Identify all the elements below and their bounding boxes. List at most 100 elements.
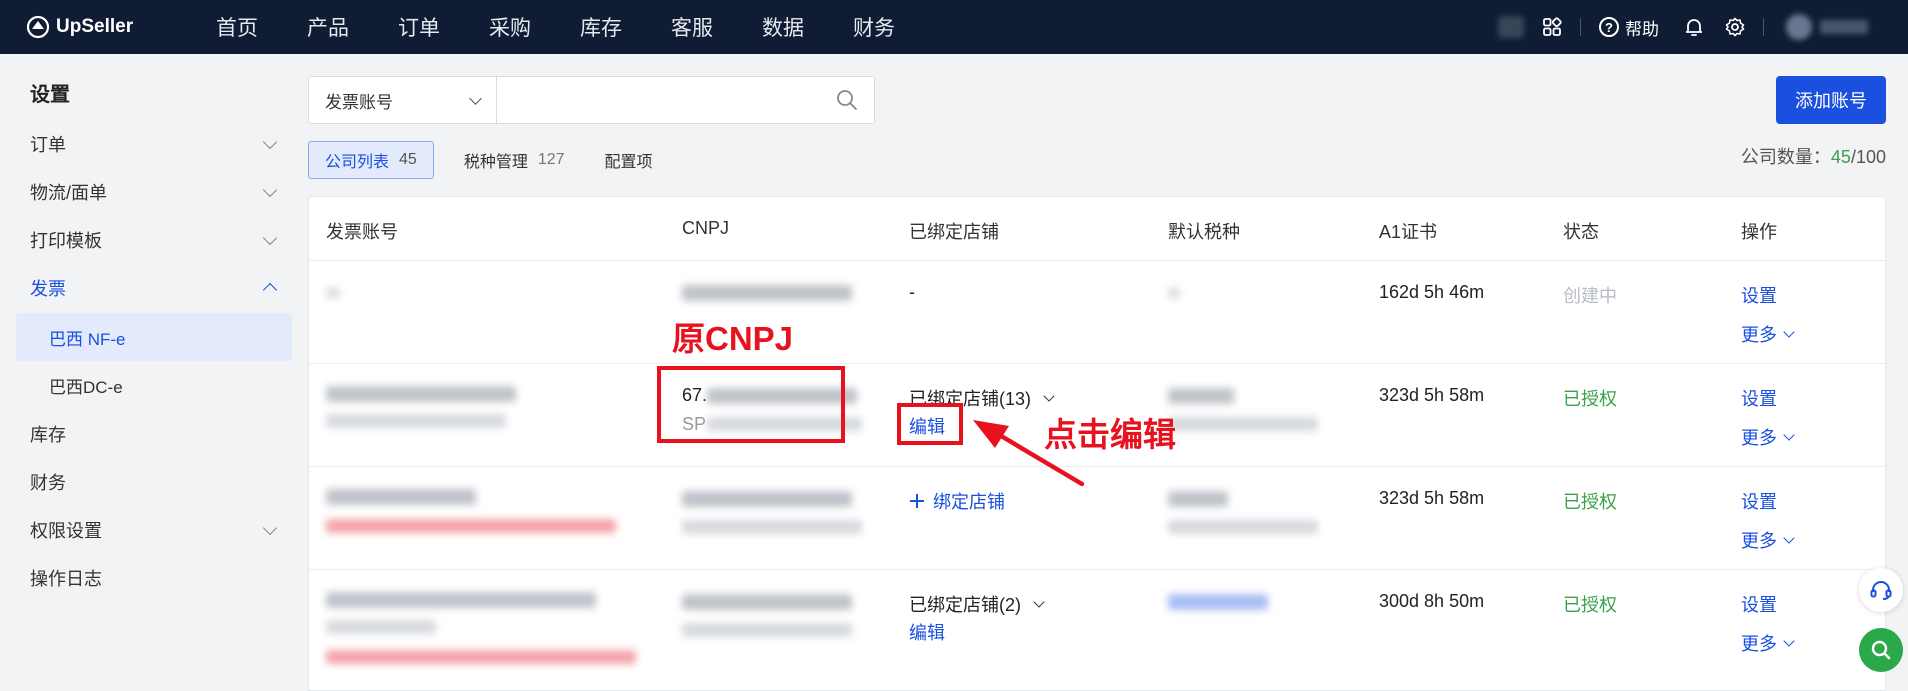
edit-link[interactable]: 编辑 (909, 619, 945, 645)
tab-tax-management[interactable]: 税种管理 127 (460, 141, 569, 179)
customer-support-button[interactable] (1859, 568, 1903, 612)
user-menu[interactable] (1786, 14, 1896, 40)
sidebar-item-label: 操作日志 (30, 569, 102, 589)
col-header-a1-cert: A1证书 (1379, 222, 1438, 242)
bind-store-label: 绑定店铺 (933, 492, 1005, 512)
col-header-invoice-account: 发票账号 (326, 222, 398, 242)
sidebar-item-inventory[interactable]: 库存 (30, 421, 285, 447)
more-label: 更多 (1741, 531, 1777, 551)
blurred-account-sub (326, 620, 436, 634)
status-badge: 创建中 (1563, 286, 1617, 306)
annotation-edit-box (897, 403, 963, 445)
sidebar-item-label: 物流/面单 (30, 183, 108, 203)
more-label: 更多 (1741, 634, 1777, 654)
nav-home[interactable]: 首页 (216, 12, 258, 42)
floating-search-button[interactable] (1859, 628, 1903, 672)
sidebar-item-logistics[interactable]: 物流/面单 (30, 179, 285, 205)
sidebar-item-print-templates[interactable]: 打印模板 (30, 227, 285, 253)
brand-name: UpSeller (56, 16, 134, 37)
gear-icon[interactable] (1725, 17, 1745, 37)
blurred-cnpj-sub (682, 520, 862, 534)
sidebar-item-finance[interactable]: 财务 (30, 469, 285, 495)
sidebar-item-orders[interactable]: 订单 (30, 131, 285, 157)
nav-customer-service[interactable]: 客服 (671, 12, 713, 42)
blurred-widget (1498, 16, 1524, 38)
top-right-tools: ? 帮助 (1498, 0, 1908, 54)
add-account-button[interactable]: 添加账号 (1776, 76, 1886, 124)
more-dropdown[interactable]: 更多 (1741, 630, 1795, 656)
blurred-username (1820, 20, 1868, 34)
company-count-label: 公司数量： (1740, 147, 1831, 167)
chevron-down-icon (1783, 532, 1795, 544)
chevron-down-icon (262, 520, 278, 536)
headset-icon (1870, 581, 1892, 600)
help-button[interactable]: ? 帮助 (1599, 15, 1659, 40)
sidebar-item-operation-log[interactable]: 操作日志 (30, 565, 285, 591)
more-label: 更多 (1741, 325, 1777, 345)
company-count-total: /100 (1850, 147, 1886, 167)
nav-inventory[interactable]: 库存 (580, 12, 622, 42)
chevron-down-icon (262, 182, 278, 198)
chevron-down-icon (1783, 635, 1795, 647)
sidebar-item-label: 订单 (30, 135, 66, 155)
setting-link[interactable]: 设置 (1741, 591, 1777, 617)
setting-link[interactable]: 设置 (1741, 488, 1777, 514)
annotation-original-cnpj: 原CNPJ (672, 320, 794, 357)
col-header-status: 状态 (1563, 222, 1599, 242)
tab-count: 45 (399, 151, 417, 168)
sidebar-item-label: 打印模板 (30, 231, 102, 251)
sidebar-subitem-brazil-dce[interactable]: 巴西DC-e (16, 361, 292, 409)
more-label: 更多 (1741, 428, 1777, 448)
nav-orders[interactable]: 订单 (398, 12, 440, 42)
sidebar-item-invoice[interactable]: 发票 (30, 275, 285, 301)
search-icon[interactable] (820, 77, 874, 123)
blurred-tax (1168, 288, 1180, 298)
bind-store-button[interactable]: 绑定店铺 (909, 488, 1005, 514)
table-row: 绑定店铺 323d 5h 58m 已授权 设置 更多 (309, 467, 1885, 570)
nav-purchase[interactable]: 采购 (489, 12, 531, 42)
chevron-down-icon (1043, 390, 1055, 402)
blurred-account (326, 288, 340, 298)
sidebar-item-label: 发票 (30, 279, 66, 299)
col-header-actions: 操作 (1741, 222, 1777, 242)
table-row: - 162d 5h 46m 创建中 设置 更多 (309, 261, 1885, 364)
search-field-select[interactable]: 发票账号 (309, 77, 497, 123)
brand-logo[interactable]: UpSeller (26, 15, 166, 39)
nav-products[interactable]: 产品 (307, 12, 349, 42)
tab-label: 公司列表 (325, 154, 390, 171)
nav-data[interactable]: 数据 (762, 12, 804, 42)
sidebar-subitem-brazil-nfe[interactable]: 巴西 NF-e (16, 313, 292, 361)
blurred-account (326, 592, 596, 608)
setting-link[interactable]: 设置 (1741, 385, 1777, 411)
tabs: 公司列表 45 税种管理 127 配置项 (308, 141, 673, 179)
tab-company-list[interactable]: 公司列表 45 (308, 141, 434, 179)
more-dropdown[interactable]: 更多 (1741, 424, 1795, 450)
bell-icon[interactable] (1685, 17, 1703, 37)
blurred-account (326, 489, 476, 505)
cert-remaining: 300d 8h 50m (1379, 591, 1485, 611)
col-header-cnpj: CNPJ (682, 218, 730, 238)
search-field-value: 发票账号 (325, 92, 393, 112)
blurred-cnpj (682, 285, 852, 301)
blurred-warning (326, 519, 616, 533)
more-dropdown[interactable]: 更多 (1741, 321, 1795, 347)
sidebar-item-label: 财务 (30, 473, 66, 493)
chevron-down-icon (1033, 596, 1045, 608)
search-bar: 发票账号 (308, 76, 875, 124)
status-badge: 已授权 (1563, 595, 1617, 615)
table-header: 发票账号 CNPJ 已绑定店铺 默认税种 A1证书 状态 操作 (309, 197, 1885, 261)
nav-finance[interactable]: 财务 (853, 12, 895, 42)
question-icon: ? (1599, 17, 1619, 37)
blurred-tax-link (1168, 594, 1268, 610)
bound-store-text: 已绑定店铺(2) (909, 595, 1021, 615)
setting-link[interactable]: 设置 (1741, 282, 1777, 308)
apps-grid-icon[interactable] (1542, 17, 1562, 37)
blurred-tax (1168, 388, 1234, 404)
sidebar-item-permissions[interactable]: 权限设置 (30, 517, 285, 543)
tab-config[interactable]: 配置项 (601, 141, 657, 179)
chevron-down-icon (1783, 429, 1795, 441)
bound-stores-dropdown[interactable]: 已绑定店铺(2) (909, 591, 1045, 617)
search-input[interactable] (497, 77, 820, 123)
tab-label: 税种管理 (463, 154, 528, 171)
more-dropdown[interactable]: 更多 (1741, 527, 1795, 553)
